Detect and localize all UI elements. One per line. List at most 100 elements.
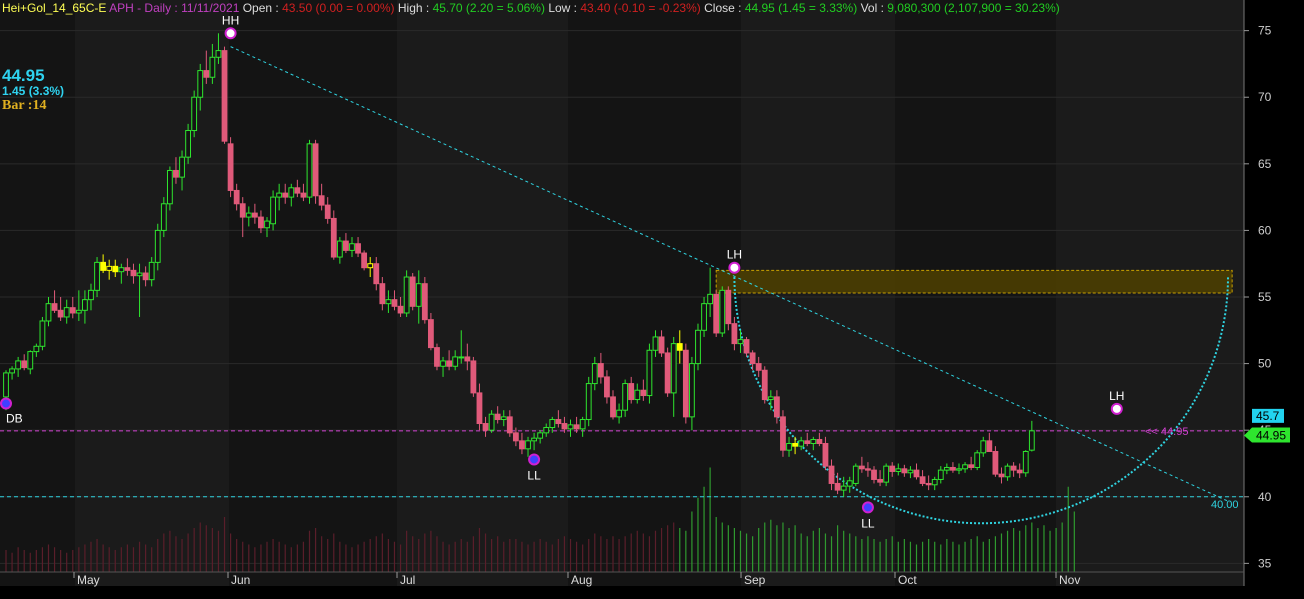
candle-body bbox=[767, 396, 774, 401]
candle-body bbox=[555, 419, 562, 425]
current-price-tag-label: 44.95 bbox=[1256, 429, 1286, 443]
candle-body bbox=[640, 389, 647, 397]
pivot-label: LL bbox=[861, 516, 875, 530]
candle-body bbox=[282, 192, 289, 198]
candle-body bbox=[239, 203, 246, 218]
candle-body bbox=[482, 423, 489, 431]
price-chart[interactable]: << 44.9540.00 DBHHLLLHLLLH 3540455055606… bbox=[0, 0, 1304, 599]
candle-body bbox=[9, 368, 15, 374]
price-axis[interactable]: 35404550556065707545.744.95 bbox=[1243, 0, 1290, 586]
date-tick-label: Jul bbox=[400, 573, 415, 587]
candle-body bbox=[27, 351, 34, 370]
candle-body bbox=[943, 466, 950, 471]
candle-body bbox=[75, 309, 82, 314]
candle-body bbox=[980, 440, 987, 454]
candle-body bbox=[258, 216, 264, 229]
candle-body bbox=[506, 416, 513, 434]
candle-body bbox=[531, 437, 537, 442]
candle-body bbox=[355, 243, 361, 254]
candle-body bbox=[780, 416, 786, 451]
candle-body bbox=[877, 478, 883, 483]
candle-body bbox=[494, 413, 501, 421]
candle-body bbox=[616, 409, 622, 418]
close-label: Close : bbox=[704, 1, 742, 15]
candle-body bbox=[112, 265, 119, 273]
candle-body bbox=[264, 220, 270, 229]
candle-body bbox=[591, 363, 598, 385]
candle-body bbox=[179, 156, 185, 178]
low-label: Low : bbox=[548, 1, 578, 15]
price-tick-label: 55 bbox=[1258, 290, 1272, 304]
candle-body bbox=[233, 189, 240, 205]
candle-body bbox=[670, 343, 677, 394]
month-band bbox=[229, 0, 397, 586]
candle-body bbox=[148, 261, 155, 281]
date-tick-label: Jun bbox=[231, 573, 250, 587]
candle-body bbox=[713, 293, 720, 334]
candle-body bbox=[537, 432, 544, 439]
date-tick-label: Oct bbox=[898, 573, 917, 587]
candle-body bbox=[828, 465, 835, 484]
candle-body bbox=[63, 307, 70, 318]
candle-body bbox=[385, 299, 392, 305]
pivot-marker bbox=[528, 453, 541, 466]
candle-body bbox=[452, 356, 459, 367]
candle-body bbox=[604, 376, 610, 398]
candle-body bbox=[1028, 430, 1035, 451]
candle-body bbox=[931, 478, 938, 486]
date-tick-label: May bbox=[77, 573, 100, 587]
candle-body bbox=[100, 261, 107, 271]
resistance-zone[interactable] bbox=[715, 269, 1233, 294]
candle-body bbox=[1010, 465, 1017, 471]
candle-body bbox=[852, 465, 859, 484]
chart-header: Hei+Gol_14_65C-E APH - Daily : 11/11/202… bbox=[2, 1, 1060, 15]
candle-body bbox=[336, 240, 343, 258]
candle-body bbox=[895, 468, 902, 472]
pivot-marker bbox=[224, 27, 237, 40]
candle-body bbox=[597, 363, 604, 378]
high-value: 45.70 (2.20 = 5.06%) bbox=[432, 1, 545, 15]
volume-value: 9,080,300 (2,107,900 = 30.23%) bbox=[887, 1, 1060, 15]
resistance-zone-box[interactable] bbox=[715, 269, 1233, 294]
candle-body bbox=[209, 56, 216, 78]
date-tick-label: Nov bbox=[1059, 573, 1080, 587]
pivot-marker bbox=[861, 501, 874, 514]
candle-body bbox=[215, 50, 222, 58]
candle-body bbox=[974, 452, 981, 468]
price-tick-label: 35 bbox=[1258, 556, 1272, 570]
candle-body bbox=[173, 169, 179, 178]
candle-body bbox=[446, 360, 453, 367]
candle-body bbox=[913, 469, 920, 478]
candle-body bbox=[519, 440, 525, 450]
candle-body bbox=[676, 343, 683, 351]
month-band bbox=[568, 0, 741, 586]
candle-body bbox=[907, 469, 914, 474]
candle-body bbox=[840, 485, 847, 491]
candle-body bbox=[822, 443, 829, 467]
candle-body bbox=[695, 329, 701, 365]
candle-body bbox=[343, 240, 349, 251]
candle-body bbox=[1022, 450, 1029, 474]
open-label: Open : bbox=[242, 1, 279, 15]
candle-body bbox=[968, 464, 975, 468]
candle-body bbox=[306, 143, 313, 198]
candle-body bbox=[367, 263, 374, 269]
candle-body bbox=[191, 96, 198, 132]
candle-body bbox=[136, 272, 143, 277]
candle-body bbox=[834, 482, 841, 491]
candle-body bbox=[166, 169, 173, 205]
candle-body bbox=[701, 303, 707, 331]
candle-body bbox=[69, 307, 76, 314]
candle-body bbox=[251, 212, 258, 218]
candle-body bbox=[1004, 465, 1011, 478]
price-line-label: << 44.95 bbox=[1145, 426, 1188, 438]
bar-count: Bar :14 bbox=[2, 98, 47, 113]
pivot-marker bbox=[1110, 402, 1123, 415]
price-tick-label: 60 bbox=[1258, 223, 1272, 237]
price-tick-label: 70 bbox=[1258, 90, 1272, 104]
candle-body bbox=[3, 372, 9, 398]
candle-body bbox=[798, 440, 805, 447]
candle-body bbox=[950, 466, 956, 471]
open-value: 43.50 (0.00 = 0.00%) bbox=[282, 1, 395, 15]
candle-body bbox=[500, 416, 507, 421]
